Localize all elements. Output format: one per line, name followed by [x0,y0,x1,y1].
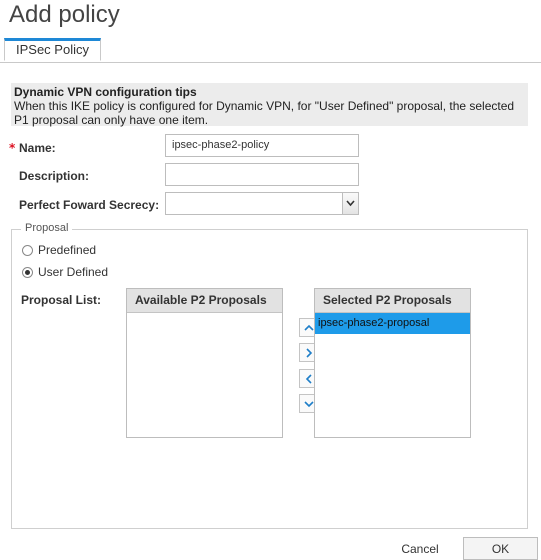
available-proposals-header: Available P2 Proposals [127,289,282,313]
tips-title: Dynamic VPN configuration tips [14,85,197,99]
tab-bar: IPSec Policy [0,38,541,63]
available-proposals-list[interactable]: Available P2 Proposals [126,288,283,438]
proposal-legend: Proposal [21,222,73,234]
chevron-down-icon [304,400,314,407]
list-item[interactable]: ipsec-phase2-proposal [315,313,470,334]
description-label: Description: [19,169,90,183]
pfs-label: Perfect Foward Secrecy: [19,198,160,212]
tips-box: Dynamic VPN configuration tips When this… [11,83,528,127]
radio-predefined-label: Predefined [38,243,97,257]
chevron-left-icon [305,373,312,384]
ok-button[interactable]: OK [463,537,538,560]
radio-user-defined-label: User Defined [38,265,109,279]
chevron-right-icon [306,347,313,358]
cancel-button[interactable]: Cancel [394,537,446,560]
radio-user-defined[interactable]: User Defined [22,264,108,280]
required-marker: * [9,141,16,155]
dialog-title: Add policy [9,1,120,28]
proposal-list-label: Proposal List: [21,293,102,307]
selected-proposals-list[interactable]: Selected P2 Proposals ipsec-phase2-propo… [314,288,471,438]
pfs-select[interactable] [165,192,359,215]
tab-ipsec-policy[interactable]: IPSec Policy [4,38,101,61]
tips-text: When this IKE policy is configured for D… [14,99,515,127]
name-label: Name: [19,141,56,155]
radio-user-defined-button[interactable] [22,266,33,278]
description-input[interactable] [165,163,359,186]
dialog-content: Dynamic VPN configuration tips When this… [0,62,541,532]
chevron-up-icon [304,324,314,331]
selected-proposals-header: Selected P2 Proposals [315,289,470,313]
radio-predefined[interactable]: Predefined [22,242,96,258]
proposal-fieldset: Proposal Predefined User Defined Proposa… [11,222,528,529]
name-input[interactable]: ipsec-phase2-policy [165,134,359,157]
chevron-down-icon[interactable] [342,193,358,214]
radio-predefined-button[interactable] [22,244,33,256]
